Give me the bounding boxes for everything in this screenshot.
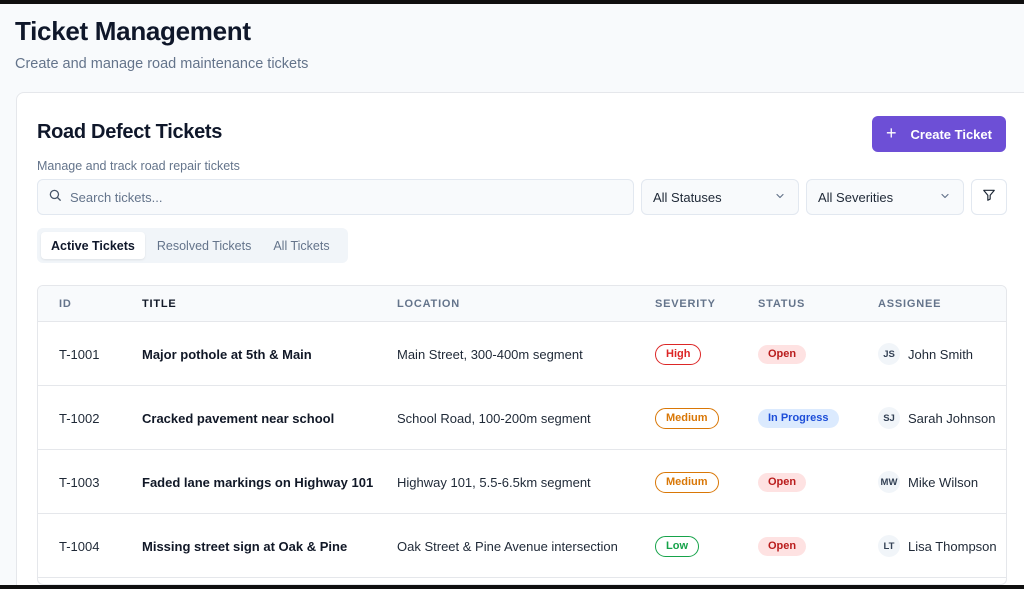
table-row[interactable]: T-1004 Missing street sign at Oak & Pine… [38, 514, 1006, 578]
create-ticket-button[interactable]: + Create Ticket [872, 116, 1006, 152]
tab-all-tickets[interactable]: All Tickets [263, 232, 339, 259]
ticket-tabs: Active Tickets Resolved Tickets All Tick… [37, 228, 348, 263]
status-cell: Open [758, 450, 807, 514]
severity-badge: High [655, 343, 702, 365]
ticket-id: T-1002 [59, 410, 100, 426]
severity-badge: Medium [655, 471, 719, 493]
table-row[interactable]: T-1003 Faded lane markings on Highway 10… [38, 450, 1006, 514]
plus-icon: + [886, 123, 897, 143]
tab-resolved-tickets[interactable]: Resolved Tickets [147, 232, 261, 259]
ticket-title: Major pothole at 5th & Main [142, 346, 312, 362]
status-select-value: All Statuses [653, 189, 722, 205]
assignee-name: Sarah Johnson [908, 410, 996, 426]
ticket-location: School Road, 100-200m segment [397, 410, 591, 426]
severity-select-value: All Severities [818, 189, 894, 205]
assignee-name: Mike Wilson [908, 474, 979, 490]
ticket-id: T-1004 [59, 538, 100, 554]
severity-badge: Medium [655, 407, 719, 429]
assignee-name: John Smith [908, 346, 974, 362]
severity-cell: Medium [655, 386, 719, 450]
status-cell: Open [758, 322, 807, 386]
severity-badge: Low [655, 535, 699, 557]
ticket-location: Oak Street & Pine Avenue intersection [397, 538, 618, 554]
ticket-title: Cracked pavement near school [142, 410, 335, 426]
tab-active-tickets[interactable]: Active Tickets [41, 232, 145, 259]
status-cell: Open [758, 514, 807, 578]
assignee-cell: JS John Smith [878, 322, 973, 386]
column-header-location[interactable]: LOCATION [397, 286, 460, 322]
page-header: Ticket Management Create and manage road… [15, 16, 308, 72]
avatar: LT [878, 535, 900, 557]
column-header-title[interactable]: TITLE [142, 286, 177, 322]
avatar: SJ [878, 407, 900, 429]
avatar: MW [878, 471, 900, 493]
ticket-location: Highway 101, 5.5-6.5km segment [397, 474, 591, 490]
column-header-id[interactable]: ID [59, 286, 72, 322]
assignee-cell: SJ Sarah Johnson [878, 386, 995, 450]
severity-cell: Low [655, 514, 699, 578]
severity-cell: Medium [655, 450, 719, 514]
search-field[interactable] [37, 179, 634, 215]
page-subtitle: Create and manage road maintenance ticke… [15, 56, 309, 72]
search-icon [48, 188, 62, 207]
card-subtitle: Manage and track road repair tickets [37, 159, 240, 173]
ticket-id: T-1003 [59, 474, 100, 490]
page-title: Ticket Management [15, 16, 251, 46]
ticket-location: Main Street, 300-400m segment [397, 346, 583, 362]
status-select[interactable]: All Statuses [641, 179, 799, 215]
chevron-down-icon [939, 190, 951, 205]
assignee-name: Lisa Thompson [908, 538, 997, 554]
search-input[interactable] [70, 189, 633, 205]
tickets-card: Road Defect Tickets Manage and track roa… [16, 92, 1024, 585]
table-row[interactable]: T-1001 Major pothole at 5th & Main Main … [38, 322, 1006, 386]
table-header: ID TITLE LOCATION SEVERITY STATUS ASSIGN… [38, 286, 1006, 322]
assignee-cell: LT Lisa Thompson [878, 514, 997, 578]
tickets-table: ID TITLE LOCATION SEVERITY STATUS ASSIGN… [37, 285, 1007, 585]
filter-icon [982, 188, 996, 207]
column-header-severity[interactable]: SEVERITY [655, 286, 716, 322]
card-title: Road Defect Tickets [37, 121, 223, 143]
create-ticket-label: Create Ticket [910, 126, 992, 142]
ticket-title: Missing street sign at Oak & Pine [142, 538, 348, 554]
app-screen: Ticket Management Create and manage road… [0, 4, 1024, 585]
table-row[interactable]: T-1002 Cracked pavement near school Scho… [38, 386, 1006, 450]
status-badge: In Progress [758, 408, 839, 428]
chevron-down-icon [774, 190, 786, 205]
column-header-assignee[interactable]: ASSIGNEE [878, 286, 941, 322]
severity-cell: High [655, 322, 702, 386]
avatar: JS [878, 343, 900, 365]
status-cell: In Progress [758, 386, 839, 450]
filter-button[interactable] [971, 179, 1007, 215]
column-header-status[interactable]: STATUS [758, 286, 805, 322]
assignee-cell: MW Mike Wilson [878, 450, 978, 514]
ticket-id: T-1001 [59, 346, 100, 362]
severity-select[interactable]: All Severities [806, 179, 964, 215]
status-badge: Open [758, 472, 807, 492]
status-badge: Open [758, 344, 807, 364]
status-badge: Open [758, 536, 807, 556]
ticket-title: Faded lane markings on Highway 101 [142, 474, 374, 490]
